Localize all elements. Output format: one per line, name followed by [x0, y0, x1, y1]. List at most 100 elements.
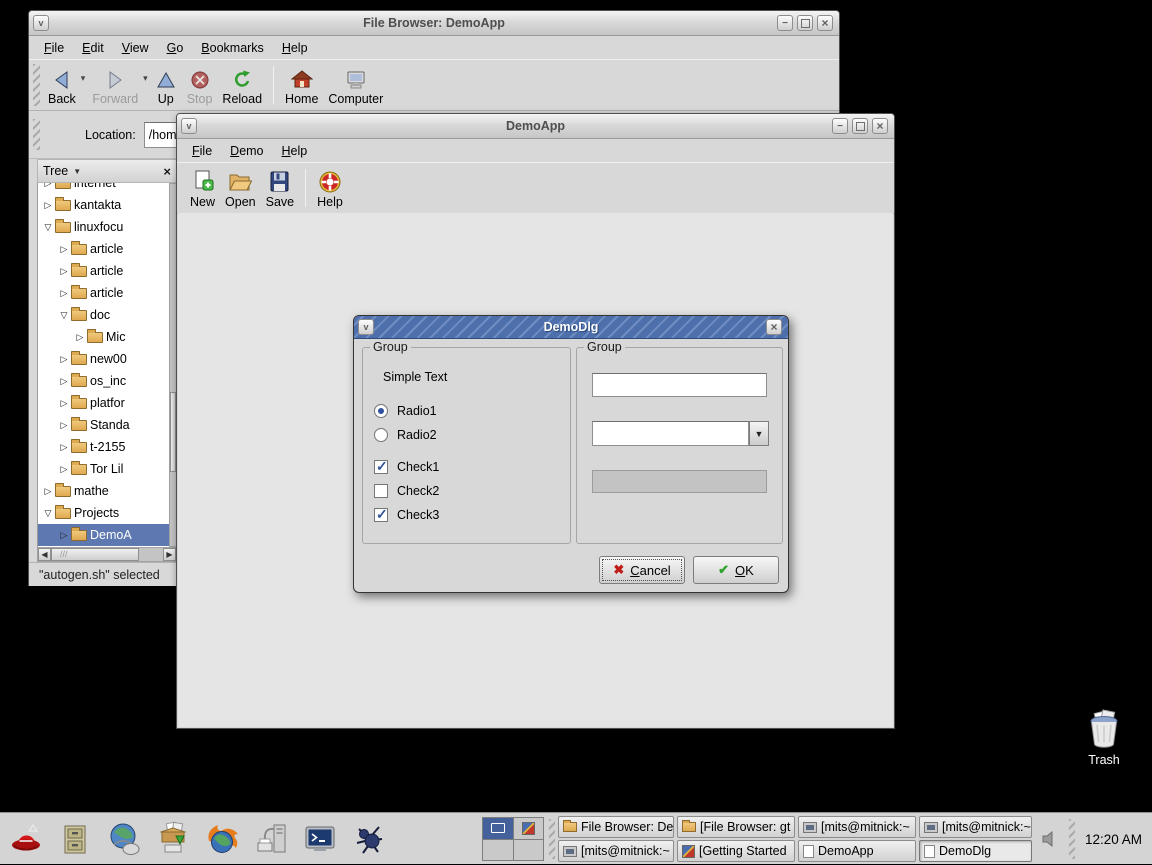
expander-icon[interactable]	[42, 183, 54, 189]
ok-button[interactable]: ✔ OK	[693, 556, 779, 584]
sidebar-dropdown-icon[interactable]: ▼	[73, 167, 81, 176]
workspace-3[interactable]	[483, 840, 513, 861]
menu-bookmarks[interactable]: Bookmarks	[192, 38, 273, 58]
expander-icon[interactable]	[42, 200, 54, 211]
tree-row[interactable]: os_inc	[38, 370, 169, 392]
new-button[interactable]: New	[185, 166, 220, 211]
up-button[interactable]: Up	[150, 63, 182, 108]
tree-row[interactable]: Projects	[38, 502, 169, 524]
taskbar-button-active[interactable]: DemoDlg	[919, 840, 1032, 862]
close-icon[interactable]	[872, 118, 888, 134]
bug-tool-icon[interactable]	[347, 817, 391, 861]
window-menu-icon[interactable]	[181, 118, 197, 134]
combo-entry[interactable]	[592, 421, 749, 446]
menu-go[interactable]: Go	[158, 38, 193, 58]
demoapp-titlebar[interactable]: DemoApp	[177, 114, 894, 139]
file-browser-titlebar[interactable]: File Browser: DemoApp	[29, 11, 839, 36]
home-button[interactable]: Home	[280, 63, 323, 108]
sidebar-header[interactable]: Tree ▼ ×	[37, 159, 177, 183]
expander-icon[interactable]	[58, 288, 70, 299]
expander-icon[interactable]	[58, 376, 70, 387]
text-entry[interactable]	[592, 373, 767, 397]
checkbox-checked-icon[interactable]	[374, 460, 388, 474]
menu-file[interactable]: File	[35, 38, 73, 58]
radio-selected-icon[interactable]	[374, 404, 388, 418]
checkbox-checked-icon[interactable]	[374, 508, 388, 522]
taskbar-button[interactable]: File Browser: De	[558, 816, 674, 838]
tree-row[interactable]: t-2155	[38, 436, 169, 458]
menu-file[interactable]: File	[183, 141, 221, 161]
close-icon[interactable]	[766, 319, 782, 335]
package-manager-icon[interactable]	[151, 817, 195, 861]
save-button[interactable]: Save	[261, 166, 300, 211]
web-browser-globe-icon[interactable]	[102, 817, 146, 861]
check1-option[interactable]: Check1	[374, 460, 439, 474]
tree-horizontal-scrollbar[interactable]: ◀ ▶	[37, 547, 177, 562]
tree-row[interactable]: article	[38, 260, 169, 282]
window-menu-icon[interactable]	[358, 319, 374, 335]
expander-icon[interactable]	[42, 486, 54, 497]
reload-button[interactable]: Reload	[217, 63, 267, 108]
workspace-1-active[interactable]	[483, 818, 513, 839]
expander-icon[interactable]	[58, 530, 70, 541]
tree-row[interactable]: internet	[38, 183, 169, 194]
check3-option[interactable]: Check3	[374, 508, 439, 522]
volume-icon[interactable]	[1041, 831, 1059, 847]
expander-icon[interactable]	[58, 354, 70, 365]
tree-row[interactable]: linuxfocu	[38, 216, 169, 238]
menu-view[interactable]: View	[113, 38, 158, 58]
minimize-icon[interactable]	[832, 118, 848, 134]
help-button[interactable]: Help	[312, 166, 348, 211]
taskbar-button[interactable]: [mits@mitnick:~	[558, 840, 674, 862]
checkbox-icon[interactable]	[374, 484, 388, 498]
taskbar-button[interactable]: [File Browser: gt	[677, 816, 795, 838]
combo-dropdown-icon[interactable]: ▼	[749, 421, 769, 446]
tree-row[interactable]: Mic	[38, 326, 169, 348]
expander-icon[interactable]	[58, 398, 70, 409]
mozilla-browser-icon[interactable]	[200, 817, 244, 861]
check2-option[interactable]: Check2	[374, 484, 439, 498]
sidebar-close-icon[interactable]: ×	[163, 164, 171, 179]
radio1-option[interactable]: Radio1	[374, 404, 437, 418]
taskbar-button[interactable]: [mits@mitnick:~	[798, 816, 916, 838]
scroll-right-icon[interactable]: ▶	[163, 548, 176, 561]
tree-row[interactable]: article	[38, 282, 169, 304]
expander-icon[interactable]	[42, 508, 54, 519]
main-menu-redhat-icon[interactable]	[4, 817, 48, 861]
file-manager-icon[interactable]	[53, 817, 97, 861]
stop-button[interactable]: Stop	[182, 63, 218, 108]
expander-icon[interactable]	[58, 266, 70, 277]
expander-icon[interactable]	[42, 222, 54, 233]
location-grip[interactable]	[33, 119, 40, 150]
expander-icon[interactable]	[58, 442, 70, 453]
workspace-2[interactable]	[514, 818, 544, 839]
tree-row[interactable]: new00	[38, 348, 169, 370]
minimize-icon[interactable]	[777, 15, 793, 31]
tree-row[interactable]: article	[38, 238, 169, 260]
scroll-left-icon[interactable]: ◀	[38, 548, 51, 561]
close-icon[interactable]	[817, 15, 833, 31]
computer-button[interactable]: Computer	[323, 63, 388, 108]
cancel-button[interactable]: ✖ Cancel	[599, 556, 685, 584]
tree-row[interactable]: mathe	[38, 480, 169, 502]
window-menu-icon[interactable]	[33, 15, 49, 31]
back-button[interactable]: Back	[43, 63, 81, 108]
tree-row[interactable]: Tor Lil	[38, 458, 169, 480]
taskbar-button[interactable]: [mits@mitnick:~	[919, 816, 1032, 838]
expander-icon[interactable]	[58, 420, 70, 431]
tree-row[interactable]: platfor	[38, 392, 169, 414]
menu-edit[interactable]: Edit	[73, 38, 113, 58]
expander-icon[interactable]	[58, 464, 70, 475]
open-button[interactable]: Open	[220, 166, 261, 211]
forward-button[interactable]: Forward	[87, 63, 143, 108]
maximize-icon[interactable]	[797, 15, 813, 31]
expander-icon[interactable]	[58, 310, 70, 321]
taskbar-button[interactable]: [Getting Started	[677, 840, 795, 862]
scrollbar-thumb[interactable]	[51, 548, 139, 561]
menu-help[interactable]: Help	[273, 141, 317, 161]
toolbar-grip[interactable]	[33, 64, 40, 106]
workspace-4[interactable]	[514, 840, 544, 861]
radio2-option[interactable]: Radio2	[374, 428, 437, 442]
tasklist-grip[interactable]	[549, 819, 555, 859]
clock-grip[interactable]	[1069, 819, 1075, 859]
